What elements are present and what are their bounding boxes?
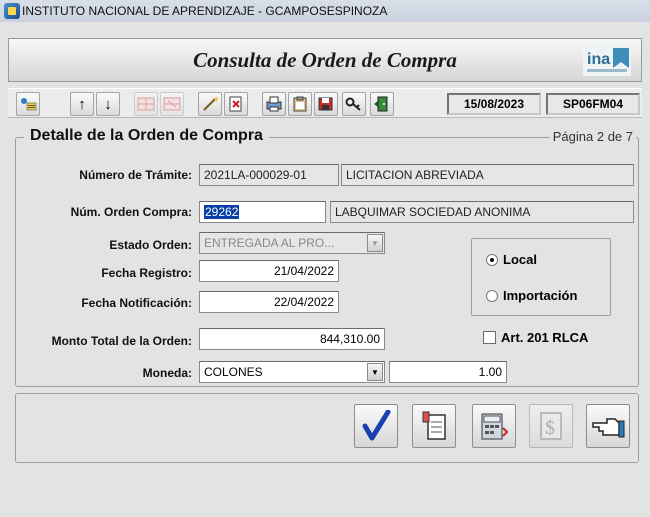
logo-text: ina bbox=[587, 51, 610, 68]
window-titlebar: INSTITUTO NACIONAL DE APRENDIZAJE - GCAM… bbox=[0, 0, 650, 22]
pointing-hand-icon[interactable] bbox=[586, 404, 630, 448]
order-status-select[interactable]: ENTREGADA AL PRO... ▼ bbox=[199, 232, 385, 254]
form-title: Consulta de Orden de Compra bbox=[193, 47, 457, 72]
action-bar: $ bbox=[15, 393, 639, 463]
window-title: INSTITUTO NACIONAL DE APRENDIZAJE - GCAM… bbox=[22, 4, 388, 18]
page-indicator: Página 2 de 7 bbox=[549, 129, 636, 144]
radio-importacion-label: Importación bbox=[503, 288, 578, 303]
form-header: Consulta de Orden de Compra ina bbox=[8, 38, 642, 82]
clear-icon[interactable] bbox=[198, 92, 222, 116]
notification-date-field[interactable]: 22/04/2022 bbox=[199, 291, 339, 313]
exit-door-icon[interactable] bbox=[370, 92, 394, 116]
origin-radio-group bbox=[471, 238, 611, 316]
insert-record-icon[interactable] bbox=[134, 92, 158, 116]
svg-text:$: $ bbox=[545, 417, 555, 439]
ina-logo: ina bbox=[583, 44, 631, 76]
radio-importacion-dot[interactable] bbox=[486, 289, 498, 302]
orden-label: Núm. Orden Compra: bbox=[70, 205, 192, 219]
supplier-name-field[interactable]: LABQUIMAR SOCIEDAD ANONIMA bbox=[330, 201, 634, 223]
estado-label: Estado Orden: bbox=[109, 238, 192, 252]
money-icon[interactable]: $ bbox=[529, 404, 573, 448]
tramite-label: Número de Trámite: bbox=[79, 168, 192, 182]
radio-local[interactable]: Local bbox=[486, 252, 537, 267]
exchange-rate-field[interactable]: 1.00 bbox=[389, 361, 507, 383]
chevron-down-icon[interactable]: ▼ bbox=[367, 363, 383, 381]
art201-box[interactable] bbox=[483, 331, 496, 344]
radio-local-dot[interactable] bbox=[486, 253, 498, 266]
arrow-up-icon[interactable]: ↑ bbox=[70, 92, 94, 116]
order-number-input[interactable]: 29262 bbox=[199, 201, 326, 223]
monto-label: Monto Total de la Orden: bbox=[51, 334, 192, 348]
delete-record-icon[interactable] bbox=[160, 92, 184, 116]
edit-icon[interactable] bbox=[224, 92, 248, 116]
document-copy-icon[interactable] bbox=[412, 404, 456, 448]
save-icon[interactable] bbox=[314, 92, 338, 116]
screen-code: SP06FM04 bbox=[546, 93, 640, 115]
print-icon[interactable] bbox=[262, 92, 286, 116]
total-amount-field[interactable]: 844,310.00 bbox=[199, 328, 385, 350]
toolbar: ↑ ↓ 15/08/2023 SP06FM04 bbox=[8, 88, 642, 118]
accept-check-icon[interactable] bbox=[354, 404, 398, 448]
order-status-value: ENTREGADA AL PRO... bbox=[204, 236, 335, 250]
query-icon[interactable] bbox=[16, 92, 40, 116]
fecha-notificacion-label: Fecha Notificación: bbox=[81, 296, 192, 310]
app-icon bbox=[4, 3, 20, 19]
currency-select[interactable]: COLONES ▼ bbox=[199, 361, 385, 383]
radio-importacion[interactable]: Importación bbox=[486, 288, 577, 303]
tramite-type-field[interactable]: LICITACION ABREVIADA bbox=[341, 164, 634, 186]
key-icon[interactable] bbox=[342, 92, 366, 116]
tramite-number-field[interactable]: 2021LA-000029-01 bbox=[199, 164, 339, 186]
arrow-down-icon[interactable]: ↓ bbox=[96, 92, 120, 116]
clipboard-icon[interactable] bbox=[288, 92, 312, 116]
radio-local-label: Local bbox=[503, 252, 537, 267]
section-title: Detalle de la Orden de Compra bbox=[24, 127, 269, 145]
fecha-registro-label: Fecha Registro: bbox=[101, 266, 192, 280]
chevron-down-icon[interactable]: ▼ bbox=[367, 234, 383, 252]
calculator-transfer-icon[interactable] bbox=[472, 404, 516, 448]
art201-checkbox[interactable]: Art. 201 RLCA bbox=[483, 330, 588, 345]
moneda-label: Moneda: bbox=[142, 366, 192, 380]
registration-date-field[interactable]: 21/04/2022 bbox=[199, 260, 339, 282]
art201-label: Art. 201 RLCA bbox=[501, 330, 589, 345]
current-date: 15/08/2023 bbox=[447, 93, 541, 115]
currency-value: COLONES bbox=[204, 365, 263, 379]
order-number-value: 29262 bbox=[204, 205, 240, 219]
